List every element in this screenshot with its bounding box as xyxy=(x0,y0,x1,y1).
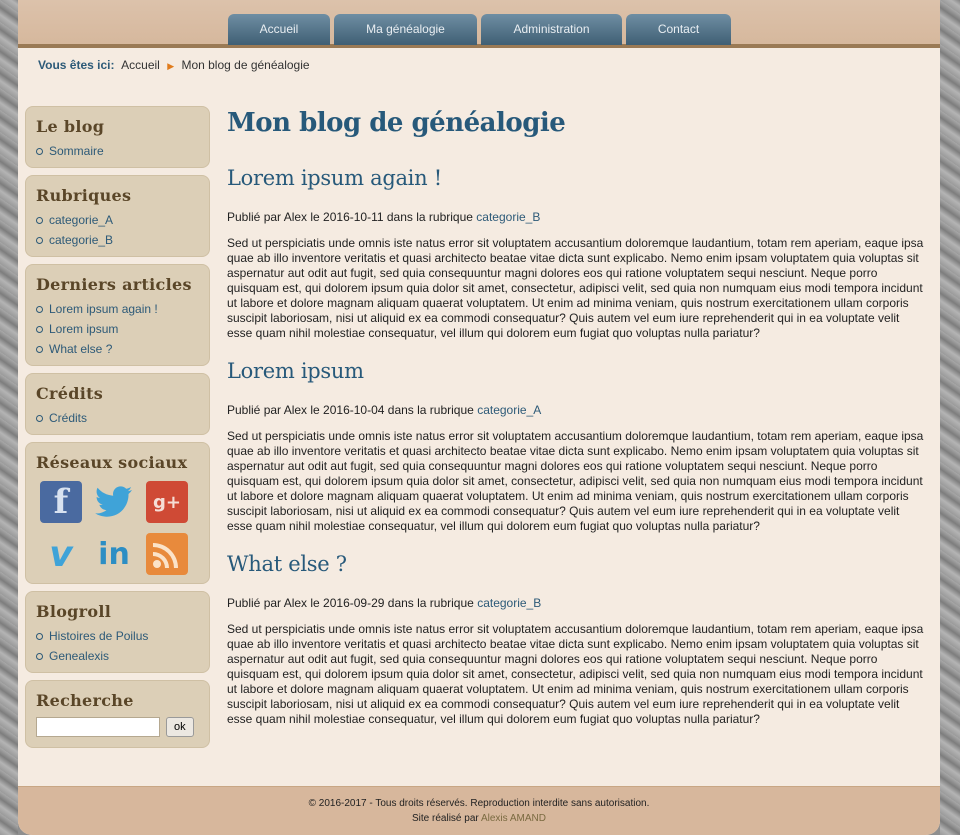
linkedin-icon[interactable]: in xyxy=(93,533,135,575)
article-category-link[interactable]: categorie_B xyxy=(476,210,540,224)
sidebar-block-title: Crédits xyxy=(36,384,104,403)
article-body: Sed ut perspiciatis unde omnis iste natu… xyxy=(227,236,924,340)
search-button[interactable]: ok xyxy=(166,717,194,737)
sidebar-block-blogroll: Blogroll Histoires de Poilus Genealexis xyxy=(25,591,210,673)
page: Accueil Ma généalogie Administration Con… xyxy=(18,0,940,835)
article-meta: Publié par Alex le 2016-09-29 dans la ru… xyxy=(227,596,927,610)
sidebar-item-article[interactable]: What else ? xyxy=(36,339,199,359)
breadcrumb-current: Mon blog de généalogie xyxy=(181,58,310,72)
footer-author-link[interactable]: Alexis AMAND xyxy=(481,813,546,824)
vimeo-icon[interactable]: v xyxy=(40,533,82,575)
sidebar-item-sommaire[interactable]: Sommaire xyxy=(36,141,199,161)
sidebar-item-blogroll[interactable]: Histoires de Poilus xyxy=(36,626,199,646)
sidebar-block-title: Derniers articles xyxy=(36,275,192,294)
article-body: Sed ut perspiciatis unde omnis iste natu… xyxy=(227,429,924,533)
sidebar-item-article[interactable]: Lorem ipsum again ! xyxy=(36,299,199,319)
breadcrumb-home[interactable]: Accueil xyxy=(121,58,160,72)
nav-administration[interactable]: Administration xyxy=(481,14,622,45)
nav-contact[interactable]: Contact xyxy=(626,14,731,45)
sidebar-block-social: Réseaux sociaux f g+ v in xyxy=(25,442,210,584)
social-icons: f g+ v in xyxy=(36,477,199,577)
breadcrumb-separator-icon: ▶ xyxy=(167,61,175,71)
background-left xyxy=(0,0,18,835)
main-nav: Accueil Ma généalogie Administration Con… xyxy=(228,14,731,45)
sidebar-block-credits: Crédits Crédits xyxy=(25,373,210,435)
rss-icon[interactable] xyxy=(146,533,188,575)
article-meta-text: Publié par Alex le 2016-10-11 dans la ru… xyxy=(227,210,473,224)
google-plus-icon[interactable]: g+ xyxy=(146,481,188,523)
facebook-icon[interactable]: f xyxy=(40,481,82,523)
breadcrumb: Vous êtes ici: Accueil ▶ Mon blog de gén… xyxy=(38,58,310,72)
sidebar-item-blogroll[interactable]: Genealexis xyxy=(36,646,199,666)
sidebar: Le blog Sommaire Rubriques categorie_A c… xyxy=(25,106,210,755)
article-title[interactable]: Lorem ipsum xyxy=(227,359,927,383)
article: Lorem ipsum again ! Publié par Alex le 2… xyxy=(227,166,927,341)
article: What else ? Publié par Alex le 2016-09-2… xyxy=(227,552,927,727)
sidebar-block-title: Recherche xyxy=(36,691,134,710)
sidebar-block-derniers-articles: Derniers articles Lorem ipsum again ! Lo… xyxy=(25,264,210,366)
sidebar-item-article[interactable]: Lorem ipsum xyxy=(36,319,199,339)
nav-ma-genealogie[interactable]: Ma généalogie xyxy=(334,14,477,45)
article-category-link[interactable]: categorie_A xyxy=(477,403,541,417)
footer-copyright: © 2016-2017 - Tous droits réservés. Repr… xyxy=(308,798,650,809)
sidebar-block-title: Réseaux sociaux xyxy=(36,453,188,472)
article-meta-text: Publié par Alex le 2016-09-29 dans la ru… xyxy=(227,596,474,610)
article-body: Sed ut perspiciatis unde omnis iste natu… xyxy=(227,622,924,726)
nav-accueil[interactable]: Accueil xyxy=(228,14,330,45)
article-meta-text: Publié par Alex le 2016-10-04 dans la ru… xyxy=(227,403,474,417)
sidebar-item-categorie-b[interactable]: categorie_B xyxy=(36,230,199,250)
article-category-link[interactable]: categorie_B xyxy=(477,596,541,610)
footer-credit: Site réalisé par Alexis AMAND xyxy=(18,811,940,826)
sidebar-block-rubriques: Rubriques categorie_A categorie_B xyxy=(25,175,210,257)
breadcrumb-label: Vous êtes ici: xyxy=(38,58,115,72)
search-form: ok xyxy=(36,715,199,741)
footer: © 2016-2017 - Tous droits réservés. Repr… xyxy=(18,786,940,835)
page-title: Mon blog de généalogie xyxy=(227,108,566,138)
twitter-icon[interactable] xyxy=(93,481,135,523)
sidebar-block-title: Le blog xyxy=(36,117,105,136)
main-content: Mon blog de généalogie Lorem ipsum again… xyxy=(227,106,927,745)
sidebar-block-recherche: Recherche ok xyxy=(25,680,210,748)
search-input[interactable] xyxy=(36,717,160,737)
sidebar-item-categorie-a[interactable]: categorie_A xyxy=(36,210,199,230)
article-title[interactable]: What else ? xyxy=(227,552,927,576)
sidebar-block-title: Rubriques xyxy=(36,186,132,205)
header: Accueil Ma généalogie Administration Con… xyxy=(18,0,940,48)
sidebar-block-title: Blogroll xyxy=(36,602,112,621)
sidebar-item-credits[interactable]: Crédits xyxy=(36,408,199,428)
sidebar-block-blog: Le blog Sommaire xyxy=(25,106,210,168)
article-meta: Publié par Alex le 2016-10-11 dans la ru… xyxy=(227,210,927,224)
article-title[interactable]: Lorem ipsum again ! xyxy=(227,166,927,190)
footer-credit-prefix: Site réalisé par xyxy=(412,813,479,824)
background-right xyxy=(940,0,960,835)
article: Lorem ipsum Publié par Alex le 2016-10-0… xyxy=(227,359,927,534)
article-meta: Publié par Alex le 2016-10-04 dans la ru… xyxy=(227,403,927,417)
